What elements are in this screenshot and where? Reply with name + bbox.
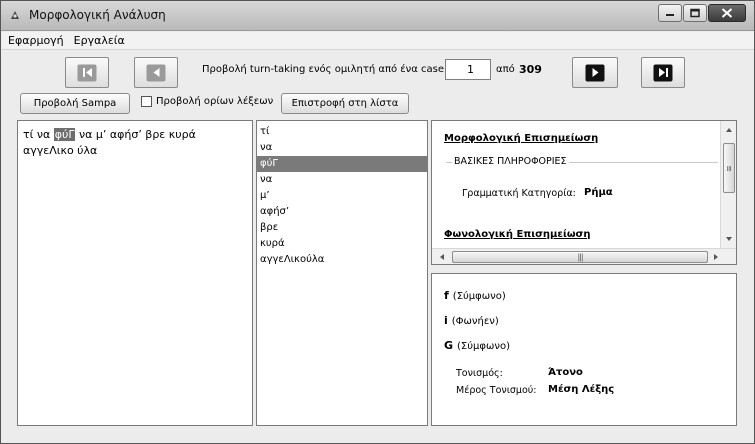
stress-label: Τονισμός: (456, 368, 503, 379)
first-case-button[interactable] (65, 57, 109, 88)
close-button[interactable] (708, 4, 746, 22)
phoneme-type: (Σύμφωνο) (452, 291, 506, 302)
stress-position-label: Μέρος Τονισμού: (456, 385, 537, 396)
maximize-button[interactable] (683, 4, 707, 22)
app-icon (9, 9, 21, 21)
grammatical-category-label: Γραμματική Κατηγορία: (462, 188, 576, 199)
list-item-selected[interactable]: φύΓ (257, 156, 427, 172)
scroll-down-icon[interactable] (721, 233, 737, 245)
list-item[interactable]: κυρά (257, 236, 427, 252)
minimize-icon (666, 14, 674, 16)
scroll-left-icon[interactable] (436, 249, 448, 265)
scroll-up-icon[interactable] (721, 124, 737, 136)
last-case-button[interactable] (641, 57, 685, 88)
phoneme-type: (Σύμφωνο) (457, 341, 510, 352)
of-label: από (496, 64, 515, 75)
close-icon (721, 8, 733, 18)
word-boundaries-toggle[interactable]: Προβολή ορίων λέξεων (141, 96, 273, 107)
vertical-scrollbar[interactable]: ≡ (720, 121, 736, 248)
stress-value: Άτονο (548, 367, 583, 378)
phoneme-row: f (Σύμφωνο) (444, 289, 506, 302)
menu-application[interactable]: Εφαρμογή (2, 34, 68, 47)
case-number-input[interactable] (445, 59, 491, 80)
list-item[interactable]: αφήσ’ (257, 204, 427, 220)
list-item[interactable]: να (257, 172, 427, 188)
maximize-icon (690, 8, 700, 18)
stress-position-value: Μέση Λέξης (548, 384, 615, 395)
morphology-heading: Μορφολογική Επισημείωση (444, 133, 599, 144)
phonological-heading: Φωνολογική Επισημείωση (444, 229, 591, 240)
phoneme-symbol: i (444, 314, 448, 327)
list-item[interactable]: μ’ (257, 188, 427, 204)
previous-icon (146, 64, 166, 81)
phoneme-row: G (Σύμφωνο) (444, 339, 510, 352)
word-boundaries-label: Προβολή ορίων λέξεων (156, 96, 274, 107)
skip-last-icon (653, 64, 673, 81)
window-title: Μορφολογική Ανάλυση (29, 8, 166, 22)
basic-info-group: ΒΑΣΙΚΕΣ ΠΛΗΡΟΦΟΡΙΕΣ Γραμματική Κατηγορία… (446, 156, 718, 210)
horizontal-scrollbar[interactable]: ||| (432, 248, 736, 265)
highlighted-word[interactable]: φύΓ (53, 128, 76, 141)
morphology-panel: Μορφολογική Επισημείωση ΒΑΣΙΚΕΣ ΠΛΗΡΟΦΟΡ… (431, 120, 737, 265)
vertical-scroll-thumb[interactable]: ≡ (723, 143, 735, 193)
back-to-list-button[interactable]: Επιστροφή στη λίστα (281, 93, 409, 114)
turn-taking-label: Προβολή turn-taking ενός ομιλητή από ένα… (202, 64, 445, 75)
app-window: Μορφολογική Ανάλυση Εφαρμογή Εργαλεία Πρ… (0, 0, 755, 444)
next-case-button[interactable] (572, 57, 618, 88)
phoneme-symbol: G (444, 339, 454, 352)
scroll-right-icon[interactable] (710, 249, 722, 265)
word-boundaries-checkbox[interactable] (141, 96, 152, 107)
utterance-panel[interactable]: τί να φύΓ να μ’ αφήσ’ βρε κυρά αγγεΛικο … (17, 120, 253, 426)
list-item[interactable]: τί (257, 124, 427, 140)
window-controls (657, 4, 746, 22)
phoneme-type: (Φωνήεν) (451, 316, 499, 327)
list-item[interactable]: βρε (257, 220, 427, 236)
horizontal-scroll-thumb[interactable]: ||| (452, 251, 708, 263)
basic-info-legend: ΒΑΣΙΚΕΣ ΠΛΗΡΟΦΟΡΙΕΣ (452, 156, 569, 167)
phoneme-symbol: f (444, 289, 449, 302)
phonology-panel: f (Σύμφωνο) i (Φωνήεν) G (Σύμφωνο) Τονισμός… (431, 273, 737, 426)
menu-bar: Εφαρμογή Εργαλεία (2, 32, 754, 50)
skip-first-icon (77, 64, 97, 81)
menu-tools[interactable]: Εργαλεία (68, 34, 129, 47)
minimize-button[interactable] (658, 4, 682, 22)
total-cases: 309 (519, 63, 542, 76)
previous-case-button[interactable] (134, 57, 178, 88)
grammatical-category-value: Ρήμα (584, 187, 613, 198)
utterance-text-before: τί να (23, 128, 54, 141)
title-bar[interactable]: Μορφολογική Ανάλυση (1, 1, 754, 31)
word-list[interactable]: τί να φύΓ να μ’ αφήσ’ βρε κυρά αγγεΛικού… (256, 120, 428, 426)
next-icon (585, 64, 605, 81)
list-item[interactable]: να (257, 140, 427, 156)
sampa-button[interactable]: Προβολή Sampa (20, 93, 130, 114)
phoneme-row: i (Φωνήεν) (444, 314, 499, 327)
list-item[interactable]: αγγεΛικούλα (257, 252, 427, 268)
